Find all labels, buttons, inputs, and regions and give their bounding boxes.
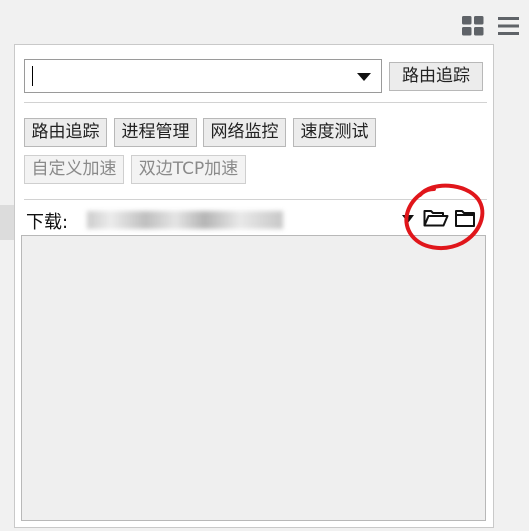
separator bbox=[24, 102, 487, 103]
tool-button-traceroute[interactable]: 路由追踪 bbox=[24, 118, 107, 147]
traceroute-action-button[interactable]: 路由追踪 bbox=[389, 62, 483, 91]
tool-button-custom-acceleration[interactable]: 自定义加速 bbox=[24, 155, 124, 184]
red-annotation-circle bbox=[404, 183, 485, 251]
text-caret bbox=[32, 66, 33, 86]
tool-button-network-monitor[interactable]: 网络监控 bbox=[203, 118, 286, 147]
extension-popup: 路由追踪 路由追踪 进程管理 网络监控 速度测试 自定义加速 双边TCP加速 下… bbox=[14, 44, 494, 528]
grid-icon[interactable] bbox=[460, 14, 486, 38]
target-combobox[interactable] bbox=[24, 59, 382, 93]
dropdown-arrow-icon[interactable] bbox=[357, 73, 371, 81]
download-label: 下载: bbox=[26, 212, 69, 233]
hamburger-menu-icon[interactable] bbox=[496, 14, 522, 38]
tool-button-dual-tcp-acceleration[interactable]: 双边TCP加速 bbox=[131, 155, 246, 184]
tool-button-speed-test[interactable]: 速度测试 bbox=[293, 118, 376, 147]
download-list[interactable] bbox=[21, 235, 486, 521]
download-path-redacted bbox=[87, 211, 283, 229]
tool-button-process-manager[interactable]: 进程管理 bbox=[114, 118, 197, 147]
browser-toolbar bbox=[0, 0, 529, 44]
